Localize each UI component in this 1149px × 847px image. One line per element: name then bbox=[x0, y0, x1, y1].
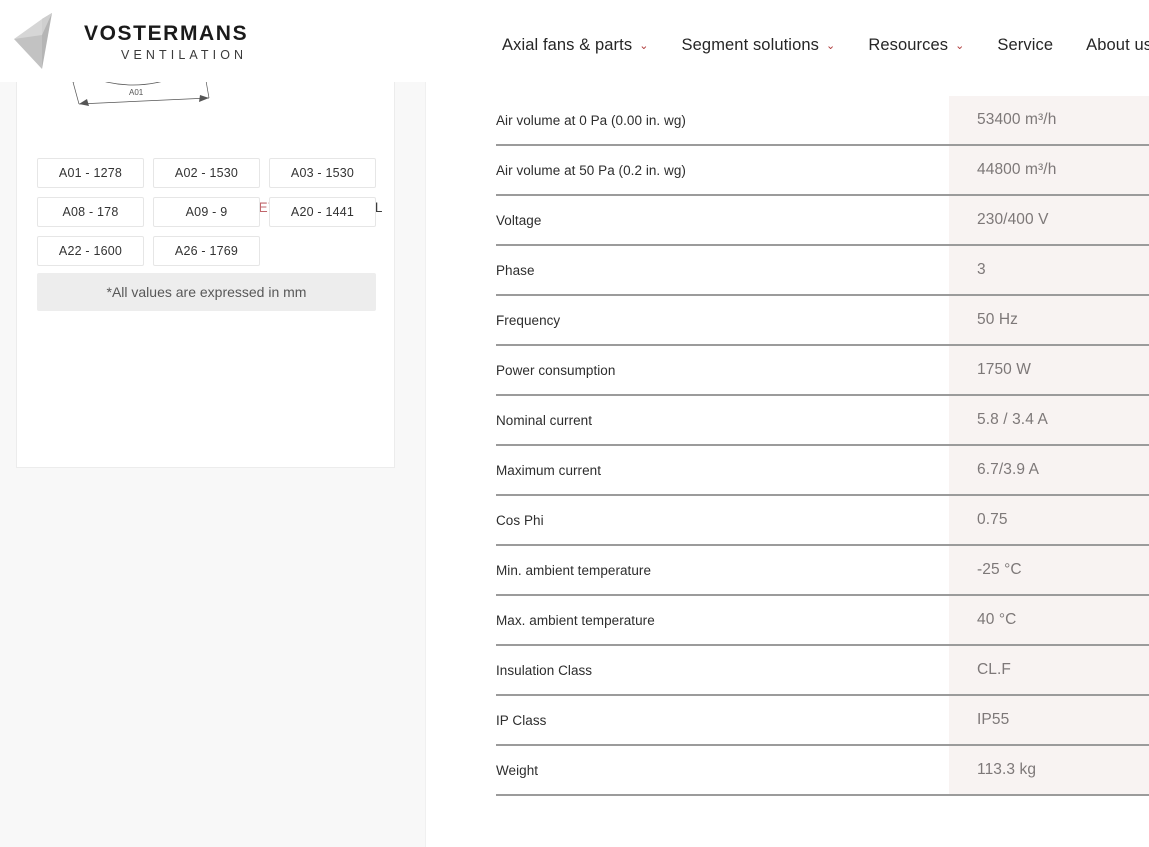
spec-label: Max. ambient temperature bbox=[496, 612, 655, 628]
nav-item-service[interactable]: Service bbox=[997, 36, 1053, 55]
site-header: VOSTERMANS VENTILATION Axial fans & part… bbox=[0, 0, 1149, 82]
dimension-button[interactable]: A01 - 1278 bbox=[37, 158, 144, 188]
table-row: Nominal current 5.8 / 3.4 A bbox=[496, 396, 1149, 446]
spec-label: Weight bbox=[496, 762, 539, 778]
right-column: Air volume at 0 Pa (0.00 in. wg) 53400 m… bbox=[425, 82, 1149, 847]
spec-label: Air volume at 0 Pa (0.00 in. wg) bbox=[496, 112, 686, 128]
dimension-button[interactable]: A26 - 1769 bbox=[153, 236, 260, 266]
table-row: Min. ambient temperature -25 °C bbox=[496, 546, 1149, 596]
chevron-down-icon: ⌄ bbox=[955, 40, 965, 52]
spec-value: 44800 m³/h bbox=[977, 161, 1057, 178]
spec-value: 6.7/3.9 A bbox=[977, 461, 1040, 478]
main-navigation: Axial fans & parts ⌄ Segment solutions ⌄… bbox=[502, 36, 1149, 55]
page-body: A01 A01 - 1278 A02 - 1530 A03 - 1530 A08… bbox=[0, 0, 1149, 847]
nav-item-resources[interactable]: Resources ⌄ bbox=[868, 36, 964, 55]
nav-item-label: Axial fans & parts bbox=[502, 36, 633, 54]
spec-value: 40 °C bbox=[977, 611, 1017, 628]
spec-label: Insulation Class bbox=[496, 662, 593, 678]
spec-value: 3 bbox=[977, 261, 986, 278]
dimension-button[interactable]: A08 - 178 bbox=[37, 197, 144, 227]
chevron-down-icon: ⌄ bbox=[639, 40, 649, 52]
specifications-table: Air volume at 0 Pa (0.00 in. wg) 53400 m… bbox=[496, 96, 1149, 796]
table-row: Cos Phi 0.75 bbox=[496, 496, 1149, 546]
dimension-button[interactable]: A02 - 1530 bbox=[153, 158, 260, 188]
spec-label: Min. ambient temperature bbox=[496, 562, 652, 578]
spec-value: 50 Hz bbox=[977, 311, 1018, 328]
spec-label: Air volume at 50 Pa (0.2 in. wg) bbox=[496, 162, 686, 178]
spec-value: CL.F bbox=[977, 661, 1011, 678]
spec-value: 5.8 / 3.4 A bbox=[977, 411, 1048, 428]
dimension-button[interactable]: A20 - 1441 bbox=[269, 197, 376, 227]
table-row: Max. ambient temperature 40 °C bbox=[496, 596, 1149, 646]
dimension-button[interactable]: A22 - 1600 bbox=[37, 236, 144, 266]
nav-item-label: Service bbox=[997, 36, 1054, 54]
spec-value: -25 °C bbox=[977, 561, 1022, 578]
drawing-dimension-label: A01 bbox=[129, 88, 144, 97]
spec-label: Cos Phi bbox=[496, 512, 544, 528]
nav-item-segment-solutions[interactable]: Segment solutions ⌄ bbox=[682, 36, 836, 55]
spec-value: IP55 bbox=[977, 711, 1010, 728]
dimension-button[interactable]: A03 - 1530 bbox=[269, 158, 376, 188]
spec-label: Power consumption bbox=[496, 362, 616, 378]
table-row: Insulation Class CL.F bbox=[496, 646, 1149, 696]
brand-name: VOSTERMANS bbox=[84, 21, 249, 45]
spec-label: Nominal current bbox=[496, 412, 593, 428]
nav-item-label: Segment solutions bbox=[681, 36, 819, 54]
spec-label: IP Class bbox=[496, 712, 547, 728]
dimension-button[interactable]: A09 - 9 bbox=[153, 197, 260, 227]
table-row: Phase 3 bbox=[496, 246, 1149, 296]
brand-tagline: VENTILATION bbox=[121, 47, 248, 62]
nav-item-axial-fans-parts[interactable]: Axial fans & parts ⌄ bbox=[502, 36, 649, 55]
spec-value: 1750 W bbox=[977, 361, 1032, 378]
table-row: Weight 113.3 kg bbox=[496, 746, 1149, 796]
table-row: Air volume at 50 Pa (0.2 in. wg) 44800 m… bbox=[496, 146, 1149, 196]
spec-value: 113.3 kg bbox=[977, 761, 1037, 778]
table-row: IP Class IP55 bbox=[496, 696, 1149, 746]
dimension-button-grid: A01 - 1278 A02 - 1530 A03 - 1530 A08 - 1… bbox=[37, 158, 377, 266]
spec-value: 53400 m³/h bbox=[977, 111, 1057, 128]
brand-logo[interactable]: VOSTERMANS VENTILATION bbox=[12, 13, 248, 69]
chevron-down-icon: ⌄ bbox=[825, 40, 836, 52]
spec-label: Voltage bbox=[496, 212, 542, 228]
left-column: A01 A01 - 1278 A02 - 1530 A03 - 1530 A08… bbox=[0, 0, 425, 847]
nav-item-label: Resources bbox=[868, 36, 949, 54]
spec-label: Maximum current bbox=[496, 462, 602, 478]
table-row: Air volume at 0 Pa (0.00 in. wg) 53400 m… bbox=[496, 96, 1149, 146]
vostermans-triangle-logo-icon bbox=[12, 13, 70, 69]
nav-item-label: About us bbox=[1086, 36, 1149, 54]
table-row: Voltage 230/400 V bbox=[496, 196, 1149, 246]
units-note: *All values are expressed in mm bbox=[37, 273, 376, 311]
spec-label: Frequency bbox=[496, 312, 561, 328]
nav-item-about-us[interactable]: About us bbox=[1086, 36, 1149, 55]
table-row: Maximum current 6.7/3.9 A bbox=[496, 446, 1149, 496]
table-row: Frequency 50 Hz bbox=[496, 296, 1149, 346]
spec-value: 230/400 V bbox=[977, 211, 1049, 228]
table-row: Power consumption 1750 W bbox=[496, 346, 1149, 396]
spec-value: 0.75 bbox=[977, 511, 1008, 528]
spec-label: Phase bbox=[496, 262, 535, 278]
